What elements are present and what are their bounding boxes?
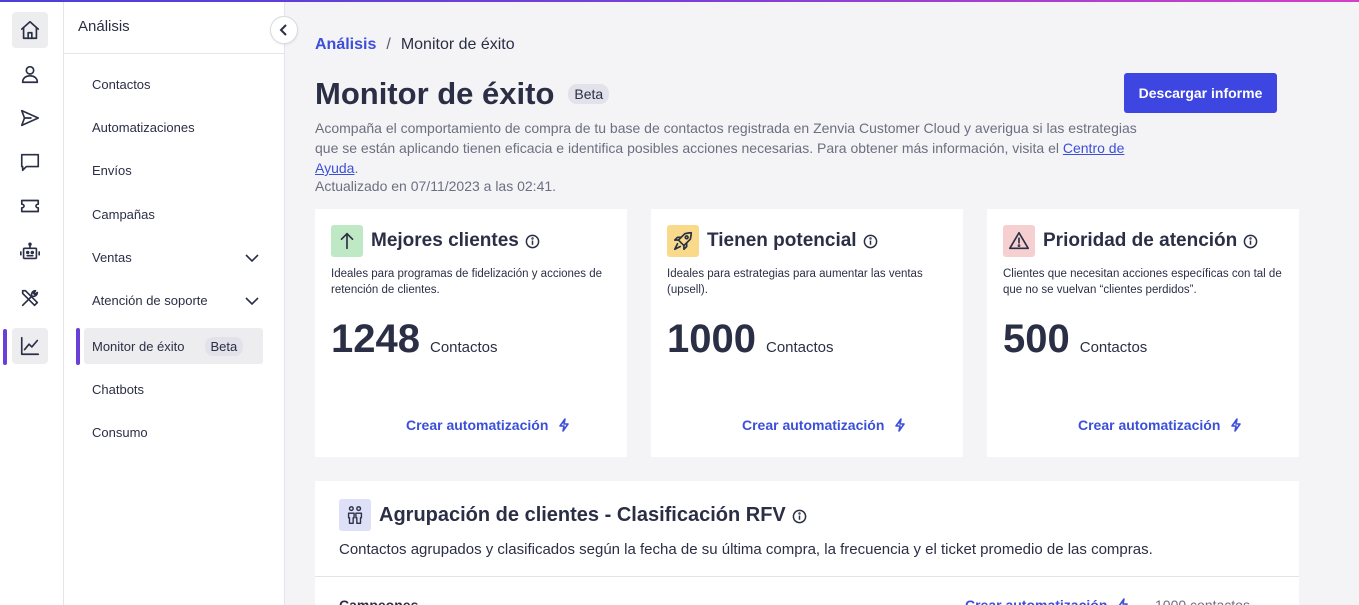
chat-icon[interactable] [12,144,48,180]
create-automation-button[interactable]: Crear automatización [1078,417,1243,433]
rfv-title: Agrupación de clientes - Clasificación R… [379,504,807,527]
card-prioridad-atencion: Prioridad de atención Clientes que neces… [987,209,1299,457]
arrow-up-icon [331,225,363,257]
count-unit: Contactos [429,339,498,356]
count-number: 1248 [331,317,420,361]
create-automation-label: Crear automatización [1078,417,1221,433]
send-icon[interactable] [12,100,48,136]
lightning-icon [1231,418,1242,432]
rocket-icon [667,225,699,257]
chevron-down-icon [244,293,260,309]
sub-navigation: Análisis Contactos Automatizaciones Enví… [64,2,285,605]
rfv-description: Contactos agrupados y clasificados según… [339,541,1153,558]
sidebar-item-contactos[interactable]: Contactos [84,66,264,102]
sidebar-item-label: Monitor de éxito [92,338,185,354]
rail-active-indicator [3,329,7,365]
tools-icon[interactable] [12,280,48,316]
lightning-icon [895,418,906,432]
create-automation-label: Crear automatización [742,417,885,433]
card-title-text: Prioridad de atención [1043,230,1238,251]
sidebar-item-ventas[interactable]: Ventas [84,239,264,275]
info-icon[interactable] [792,508,807,524]
breadcrumb: Análisis / Monitor de éxito [315,36,515,54]
breadcrumb-separator: / [386,36,391,53]
info-icon[interactable] [863,234,878,249]
card-description: Ideales para estrategias para aumentar l… [667,268,923,296]
collapse-sidebar-button[interactable] [270,16,298,44]
updated-timestamp: Actualizado en 07/11/2023 a las 02:41. [315,178,557,194]
card-title: Mejores clientes [371,230,540,252]
divider [315,576,1299,577]
nav-active-indicator [76,328,80,365]
card-title: Prioridad de atención [1043,230,1258,252]
user-icon[interactable] [12,56,48,92]
breadcrumb-link-analisis[interactable]: Análisis [315,36,376,54]
sidebar-item-monitor-exito[interactable]: Monitor de éxito Beta [84,328,263,364]
rfv-title-text: Agrupación de clientes - Clasificación R… [379,504,786,526]
count-unit: Contactos [765,339,834,356]
warning-icon [1003,225,1035,257]
lightning-icon [1119,598,1129,605]
segment-label: Campeones [339,597,419,605]
card-mejores-clientes: Mejores clientes Ideales para programas … [315,209,627,457]
count-unit: Contactos [1079,339,1148,356]
sidebar-item-campanas[interactable]: Campañas [84,196,264,232]
chevron-down-icon [244,250,260,266]
sidebar-item-label: Automatizaciones [92,119,195,135]
ticket-icon[interactable] [12,188,48,224]
info-icon[interactable] [525,234,540,249]
sidebar-item-label: Chatbots [92,381,145,397]
card-description: Ideales para programas de fidelización y… [331,268,603,296]
beta-badge: Beta [568,84,610,104]
top-gradient-bar [0,0,1359,2]
download-report-button[interactable]: Descargar informe [1124,73,1277,113]
sidebar-item-label: Ventas [92,249,132,265]
sidebar-item-automatizaciones[interactable]: Automatizaciones [84,109,264,145]
page-title-text: Monitor de éxito [315,76,555,111]
segment-count: 1000 contactos [1155,597,1250,605]
card-count: 1000 Contactos [667,317,834,362]
sidebar-item-label: Atención de soporte [92,292,208,308]
card-title-text: Mejores clientes [371,230,519,251]
page-title: Monitor de éxito Beta [315,76,610,112]
sidebar-item-envios[interactable]: Envíos [84,152,264,188]
analytics-icon[interactable] [12,328,48,364]
create-automation-label: Crear automatización [965,597,1108,605]
robot-icon[interactable] [12,234,48,270]
home-icon[interactable] [12,12,48,48]
sidebar-item-label: Envíos [92,162,132,178]
divider [64,53,285,54]
card-tienen-potencial: Tienen potencial Ideales para estrategia… [651,209,963,457]
rfv-section: Agrupación de clientes - Clasificación R… [315,481,1299,605]
people-group-icon [339,499,371,531]
chevron-left-icon [279,24,287,36]
beta-badge: Beta [204,336,244,356]
description-end: . [354,160,359,176]
count-number: 1000 [667,317,756,361]
description-text: Acompaña el comportamiento de compra de … [315,120,1137,156]
card-title: Tienen potencial [707,230,878,252]
lightning-icon [559,418,570,432]
sidebar-item-label: Contactos [92,76,151,92]
sidebar-item-consumo[interactable]: Consumo [84,414,264,450]
main-content: Análisis / Monitor de éxito Monitor de é… [285,2,1359,605]
create-automation-button[interactable]: Crear automatización [406,417,571,433]
icon-rail [0,2,64,605]
breadcrumb-current: Monitor de éxito [400,36,515,53]
card-count: 1248 Contactos [331,317,498,362]
page-description: Acompaña el comportamiento de compra de … [315,118,1145,178]
count-number: 500 [1003,317,1070,361]
create-automation-label: Crear automatización [406,417,549,433]
sidebar-item-label: Consumo [92,424,148,440]
sidebar-item-chatbots[interactable]: Chatbots [84,371,264,407]
info-icon[interactable] [1243,234,1258,249]
card-count: 500 Contactos [1003,317,1147,362]
sidebar-item-atencion-soporte[interactable]: Atención de soporte [84,282,264,318]
card-title-text: Tienen potencial [707,230,857,251]
create-automation-button[interactable]: Crear automatización [965,597,1130,605]
create-automation-button[interactable]: Crear automatización [742,417,907,433]
subnav-title: Análisis [78,18,130,35]
card-description: Clientes que necesitan acciones específi… [1003,268,1282,296]
sidebar-item-label: Campañas [92,206,155,222]
